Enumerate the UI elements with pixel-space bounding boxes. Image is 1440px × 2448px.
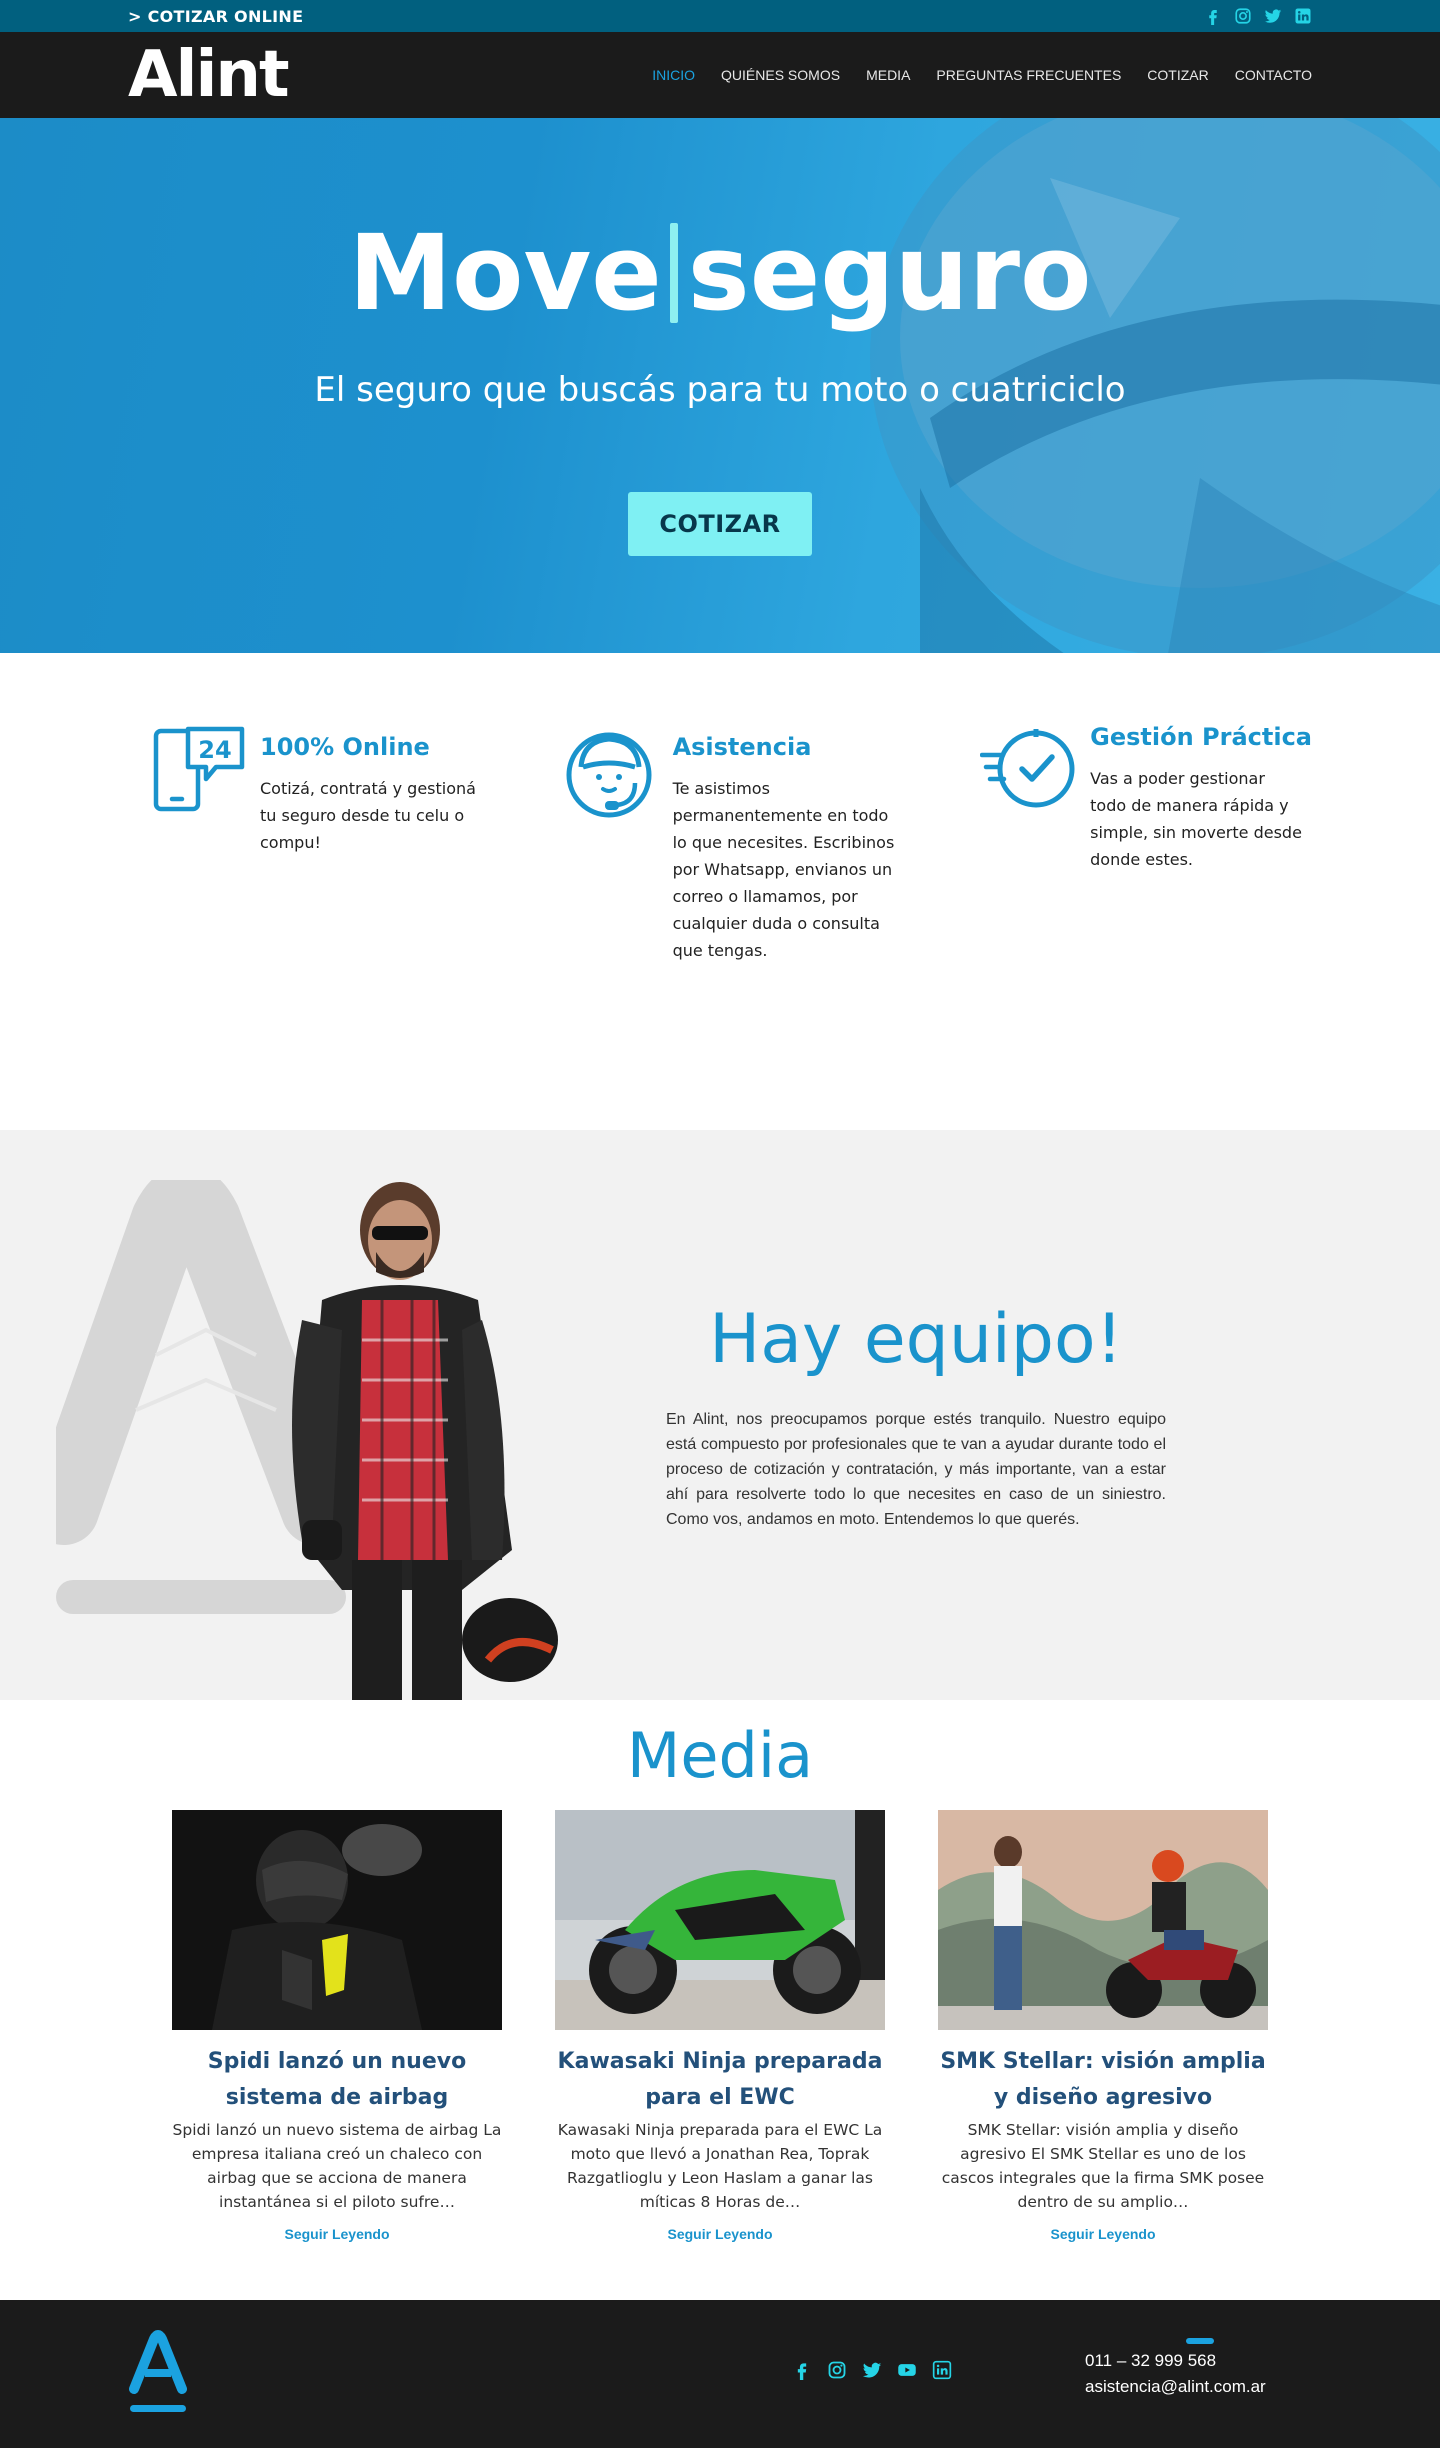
top-bar: > COTIZAR ONLINE — [0, 0, 1440, 32]
team-text-block: Hay equipo! En Alint, nos preocupamos po… — [666, 1300, 1166, 1532]
feature-asistencia-text: Asistencia Te asistimos permanentemente … — [673, 723, 908, 964]
hero-title-word-2: seguro — [687, 212, 1092, 334]
feature-description: Te asistimos permanentemente en todo lo … — [672, 779, 895, 960]
read-more-link[interactable]: Seguir Leyendo — [172, 2226, 502, 2242]
linkedin-icon[interactable] — [1294, 7, 1312, 25]
hero-title: Move seguro — [348, 212, 1092, 334]
team-description: En Alint, nos preocupamos porque estés t… — [666, 1411, 1166, 1528]
instagram-icon[interactable] — [827, 2360, 847, 2380]
typing-cursor — [669, 223, 678, 324]
feature-online: 24 100% Online Cotizá, contratá y gestio… — [150, 723, 490, 1130]
footer-accent-dash — [1186, 2338, 1214, 2344]
media-card: SMK Stellar: visión amplia y diseño agre… — [938, 1810, 1268, 2242]
nav-item-cotizar[interactable]: COTIZAR — [1147, 67, 1208, 83]
hero-section: Move seguro El seguro que buscás para tu… — [0, 118, 1440, 653]
feature-asistencia: Asistencia Te asistimos permanentemente … — [563, 723, 908, 1130]
nav-item-quienes-somos[interactable]: QUIÉNES SOMOS — [721, 67, 840, 83]
article-image-smk[interactable] — [938, 1810, 1268, 2031]
hero-cotizar-button[interactable]: COTIZAR — [628, 492, 812, 557]
twitter-icon[interactable] — [1264, 7, 1282, 25]
media-section: Media Spidi lanzó un nuevo sistema de ai… — [0, 1700, 1440, 2300]
article-excerpt: Kawasaki Ninja preparada para el EWC La … — [557, 2121, 883, 2212]
read-more-link[interactable]: Seguir Leyendo — [555, 2226, 885, 2242]
article-image-airbag[interactable] — [172, 1810, 502, 2031]
article-title[interactable]: SMK Stellar: visión amplia y diseño agre… — [938, 2044, 1268, 2116]
headset-agent-icon — [566, 732, 652, 818]
top-social-links — [1204, 7, 1312, 25]
footer-contact: 011 – 32 999 568 asistencia@alint.com.ar — [1085, 2348, 1266, 2400]
media-title: Media — [626, 1719, 814, 1792]
feature-title: Gestión Práctica — [1090, 723, 1312, 751]
nav-item-inicio[interactable]: INICIO — [652, 67, 695, 83]
nav-item-contacto[interactable]: CONTACTO — [1235, 67, 1312, 83]
feature-title: Asistencia — [672, 733, 812, 761]
feature-gestion: Gestión Práctica Vas a poder gestionar t… — [980, 723, 1312, 1130]
features-section: 24 100% Online Cotizá, contratá y gestio… — [0, 653, 1440, 1130]
youtube-icon[interactable] — [897, 2360, 917, 2380]
team-title: Hay equipo! — [709, 1300, 1123, 1379]
nav-item-preguntas-frecuentes[interactable]: PREGUNTAS FRECUENTES — [936, 67, 1121, 83]
main-nav: INICIO QUIÉNES SOMOS MEDIA PREGUNTAS FRE… — [652, 67, 1312, 83]
feature-description: Cotizá, contratá y gestioná tu seguro de… — [260, 779, 476, 852]
article-title[interactable]: Kawasaki Ninja preparada para el EWC — [555, 2044, 885, 2116]
hero-title-word-1: Move — [348, 212, 662, 334]
article-image-kawasaki[interactable] — [555, 1810, 885, 2031]
facebook-icon[interactable] — [792, 2360, 812, 2380]
footer-email[interactable]: asistencia@alint.com.ar — [1085, 2374, 1266, 2400]
instagram-icon[interactable] — [1234, 7, 1252, 25]
twitter-icon[interactable] — [862, 2360, 882, 2380]
media-cards: Spidi lanzó un nuevo sistema de airbag S… — [0, 1810, 1440, 2242]
facebook-icon[interactable] — [1204, 7, 1222, 25]
fast-clock-check-icon — [980, 729, 1075, 808]
site-footer: 011 – 32 999 568 asistencia@alint.com.ar — [0, 2300, 1440, 2448]
phone-24-icon: 24 — [153, 726, 245, 812]
article-excerpt: Spidi lanzó un nuevo sistema de airbag L… — [172, 2121, 502, 2212]
feature-description: Vas a poder gestionar todo de manera ráp… — [1090, 769, 1302, 869]
svg-text:24: 24 — [198, 736, 231, 764]
feature-online-text: 100% Online Cotizá, contratá y gestioná … — [260, 723, 490, 856]
feature-title: 100% Online — [260, 733, 430, 761]
linkedin-icon[interactable] — [932, 2360, 952, 2380]
hero-subtitle: El seguro que buscás para tu moto o cuat… — [314, 370, 1126, 411]
team-biker-image — [292, 1182, 558, 1700]
team-section: Hay equipo! En Alint, nos preocupamos po… — [0, 1130, 1440, 1700]
article-title[interactable]: Spidi lanzó un nuevo sistema de airbag — [172, 2044, 502, 2116]
media-card: Spidi lanzó un nuevo sistema de airbag S… — [172, 1810, 502, 2242]
read-more-link[interactable]: Seguir Leyendo — [938, 2226, 1268, 2242]
site-logo[interactable]: Alint — [128, 43, 290, 107]
footer-social-links — [792, 2360, 952, 2380]
footer-logo[interactable] — [128, 2329, 188, 2419]
hero-content: Move seguro El seguro que buscás para tu… — [0, 118, 1440, 653]
main-navbar: Alint INICIO QUIÉNES SOMOS MEDIA PREGUNT… — [0, 32, 1440, 118]
feature-gestion-text: Gestión Práctica Vas a poder gestionar t… — [1090, 723, 1312, 873]
footer-phone[interactable]: 011 – 32 999 568 — [1085, 2348, 1266, 2374]
article-excerpt: SMK Stellar: visión amplia y diseño agre… — [941, 2121, 1265, 2212]
nav-item-media[interactable]: MEDIA — [866, 67, 910, 83]
cotizar-online-link[interactable]: > COTIZAR ONLINE — [128, 7, 303, 26]
media-card: Kawasaki Ninja preparada para el EWC Kaw… — [555, 1810, 885, 2242]
